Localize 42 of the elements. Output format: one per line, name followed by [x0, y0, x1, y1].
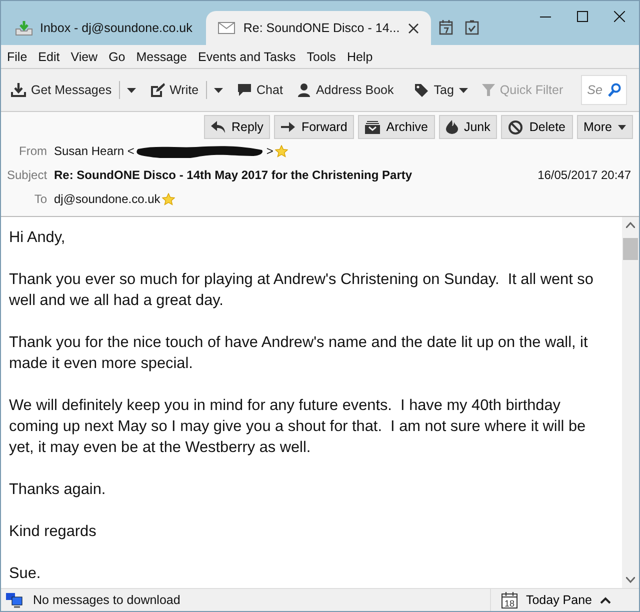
header-button[interactable]: Archive	[358, 115, 435, 139]
toolbar-button[interactable]: Chat	[232, 80, 287, 100]
toolbar-button[interactable]: Tag	[410, 80, 472, 100]
header-button[interactable]: Reply	[204, 115, 270, 139]
field-label: From	[18, 144, 47, 158]
menu-item[interactable]: Tools	[306, 50, 336, 64]
toolbar-button[interactable]: Address Book	[292, 80, 398, 100]
subject-text: Re: SoundONE Disco - 14th May 2017 for the Christening Party	[54, 168, 412, 182]
field-label: To	[33, 192, 47, 206]
field-label: Subject	[7, 168, 47, 182]
tab-label: Inbox - dj@soundone.co.uk	[40, 21, 192, 35]
toolbar-button[interactable]: Get Messages	[7, 78, 140, 102]
tab[interactable]: Re: SoundONE Disco - 14...	[206, 11, 431, 45]
message-paragraph: Sue.	[9, 564, 42, 584]
menu-item[interactable]: Edit	[38, 50, 60, 64]
message-paragraph: Thank you ever so much for playing at Andrew's Christening on Sunday. It all went so well and we all had a great day.	[9, 270, 594, 311]
message-paragraph: Thanks again.	[9, 480, 107, 500]
message-paragraph: We will definitely keep you in mind for any future events. I have my 40th birthday coming up next May so I may give you a shout for that. I am not sure where it will be yet, it may even be at the Westberry as well.	[9, 396, 587, 458]
message-date: 16/05/2017 20:47	[538, 168, 631, 182]
header-button[interactable]: More	[576, 115, 633, 139]
header-button[interactable]: Junk	[438, 115, 498, 139]
today-pane-button[interactable]: 18 Today Pane	[490, 589, 635, 611]
status-text: No messages to download	[33, 593, 182, 607]
sender-end: >	[266, 144, 274, 158]
recipient-address: dj@soundone.co.uk	[54, 192, 160, 206]
tab[interactable]: Inbox - dj@soundone.co.uk	[7, 11, 200, 45]
menu-item[interactable]: Message	[136, 50, 187, 64]
menu-item[interactable]: Events and Tasks	[198, 50, 296, 64]
message-paragraph: Kind regards	[9, 522, 98, 542]
menu-item[interactable]: File	[7, 50, 28, 64]
header-button[interactable]: Delete	[501, 115, 573, 139]
tab-label: Re: SoundONE Disco - 14...	[243, 21, 400, 35]
header-button[interactable]: Forward	[274, 115, 354, 139]
message-paragraph: Hi Andy,	[9, 228, 66, 248]
sender-name: Susan Hearn <	[54, 144, 134, 158]
toolbar-button[interactable]: Write	[146, 78, 227, 102]
menu-item[interactable]: Go	[108, 50, 126, 64]
message-paragraph: Thank you for the nice touch of have Andrew's name and the date lit up on the wall, it made it even more special.	[9, 333, 589, 374]
menu-item[interactable]: View	[70, 50, 98, 64]
calendar-icon: 18	[500, 591, 518, 609]
menu-item[interactable]: Help	[346, 50, 373, 64]
search-field[interactable]: Se	[581, 75, 628, 105]
